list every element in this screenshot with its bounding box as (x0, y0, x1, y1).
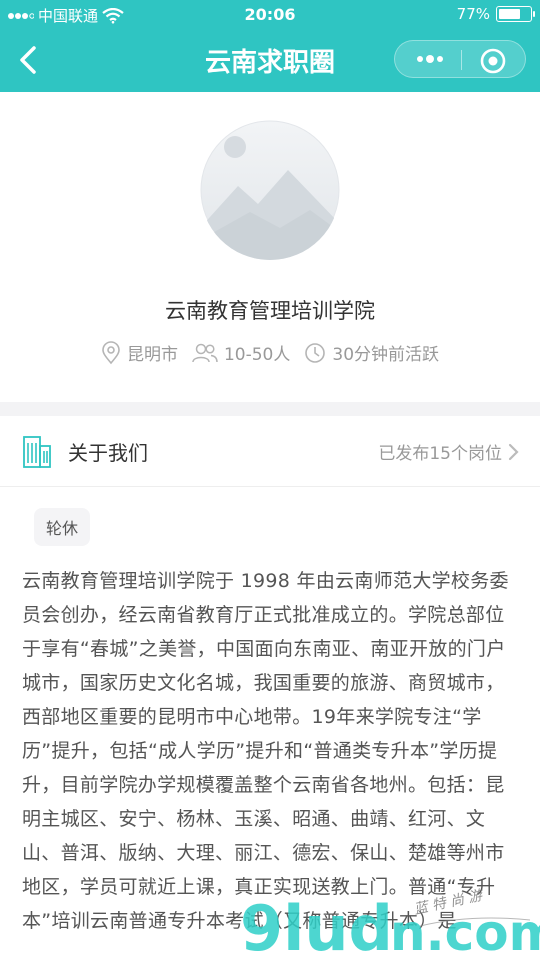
location-item: 昆明市 (101, 340, 178, 365)
more-icon[interactable] (415, 50, 445, 68)
clock-icon (305, 342, 326, 363)
posted-jobs-link[interactable]: 已发布15个岗位 (378, 439, 520, 464)
company-avatar (200, 120, 340, 260)
capsule-divider (461, 50, 462, 70)
people-icon (192, 343, 218, 362)
building-icon (23, 436, 51, 468)
about-title: 关于我们 (68, 441, 148, 465)
mini-program-capsule (394, 40, 526, 78)
activity-label: 30分钟前活跃 (332, 345, 440, 365)
battery-percent: 77% (456, 5, 490, 23)
size-label: 10-50人 (223, 345, 291, 365)
about-header[interactable]: 关于我们 已发布15个岗位 (0, 416, 540, 487)
app-header: 中国联通 20:06 77% 云南求职圈 (0, 0, 540, 92)
chevron-right-icon (508, 443, 519, 460)
svg-text:n.com: n.com (390, 904, 540, 960)
location-label: 昆明市 (126, 345, 178, 365)
company-profile-card: 云南教育管理培训学院 昆明市 10-50人 30分钟前活跃 (0, 92, 540, 402)
svg-text:9lud: 9lud (240, 892, 393, 960)
size-item: 10-50人 (192, 340, 290, 365)
navbar: 云南求职圈 (0, 30, 540, 90)
posted-jobs-label: 已发布15个岗位 (378, 444, 502, 464)
battery-icon (496, 6, 535, 22)
watermark-logo: 9lud n.com 蓝 特 尚 游 (240, 887, 540, 960)
benefit-tag: 轮休 (34, 508, 91, 546)
activity-item: 30分钟前活跃 (304, 340, 439, 365)
about-section: 关于我们 已发布15个岗位 轮休 云南教育管理培训学院于 1998 年由云南师范… (0, 416, 540, 960)
company-meta: 昆明市 10-50人 30分钟前活跃 (0, 340, 540, 365)
close-mini-program-icon[interactable] (479, 47, 507, 75)
status-bar: 中国联通 20:06 77% (0, 0, 540, 30)
company-name: 云南教育管理培训学院 (165, 299, 375, 323)
location-pin-icon (102, 340, 120, 364)
